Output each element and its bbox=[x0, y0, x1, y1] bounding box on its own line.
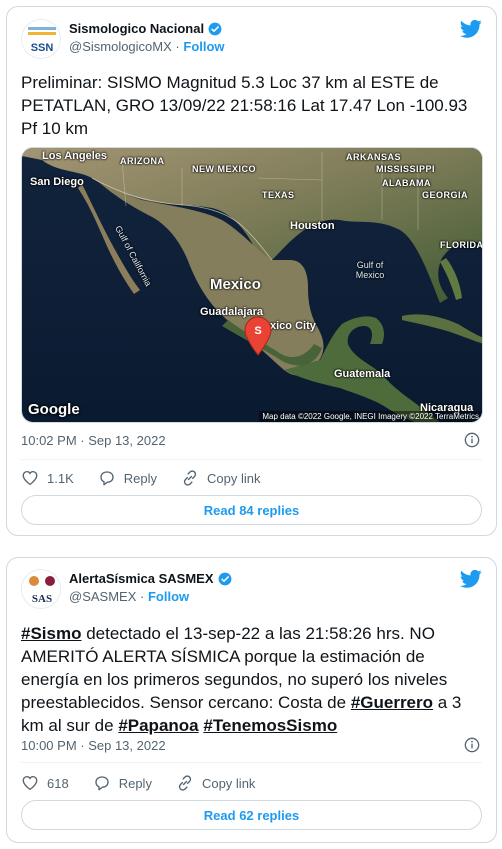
map-label-alabama: ALABAMA bbox=[382, 178, 431, 188]
reply-icon bbox=[95, 776, 109, 791]
map-label-mexico-city: xico City bbox=[270, 320, 316, 332]
hashtag-sismo[interactable]: #Sismo bbox=[21, 624, 81, 643]
follow-button[interactable]: Follow bbox=[183, 39, 224, 54]
hashtag-papanoa[interactable]: #Papanoa bbox=[118, 716, 198, 735]
verified-badge-icon bbox=[218, 572, 231, 585]
like-button[interactable]: 1.1K bbox=[21, 469, 74, 487]
handle[interactable]: @SASMEX bbox=[69, 589, 136, 604]
like-count: 618 bbox=[47, 775, 69, 791]
map-label-gulf-of-mexico: Gulf of Mexico bbox=[355, 260, 385, 280]
avatar-ssn[interactable]: SSN bbox=[21, 19, 61, 59]
link-icon bbox=[183, 470, 197, 486]
divider bbox=[21, 762, 482, 763]
copy-link-label: Copy link bbox=[207, 470, 261, 486]
divider bbox=[21, 459, 482, 460]
pin-letter: S bbox=[254, 325, 261, 337]
earthquake-map[interactable]: Los Angeles ARIZONA NEW MEXICO ARKANSAS … bbox=[21, 147, 483, 423]
display-name[interactable]: AlertaSísmica SASMEX bbox=[69, 571, 214, 586]
copy-link-button[interactable]: Copy link bbox=[176, 774, 255, 792]
avatar-text: SAS bbox=[32, 593, 52, 605]
map-label-mississippi: MISSISSIPPI bbox=[376, 164, 436, 174]
like-button[interactable]: 618 bbox=[21, 774, 69, 792]
tweet-timestamp[interactable]: 10:00 PM · Sep 13, 2022 bbox=[21, 738, 166, 753]
action-bar: 1.1K Reply Copy link bbox=[21, 468, 482, 488]
reply-button[interactable]: Reply bbox=[93, 774, 152, 792]
map-label-georgia: GEORGIA bbox=[422, 190, 469, 200]
action-bar: 618 Reply Copy link bbox=[21, 773, 482, 793]
tweet-text: Preliminar: SISMO Magnitud 5.3 Loc 37 km… bbox=[21, 73, 468, 138]
copy-link-label: Copy link bbox=[201, 775, 256, 791]
map-attribution[interactable]: Map data ©2022 Google, INEGI Imagery ©20… bbox=[259, 411, 482, 422]
map-label-texas: TEXAS bbox=[262, 190, 295, 200]
follow-button[interactable]: Follow bbox=[148, 589, 189, 604]
google-logo: Google bbox=[28, 401, 80, 418]
separator-dot: · bbox=[175, 39, 180, 54]
separator-dot: · bbox=[140, 589, 145, 604]
reply-label: Reply bbox=[123, 470, 157, 486]
verified-badge-icon bbox=[208, 22, 222, 35]
map-label-guatemala: Guatemala bbox=[334, 368, 391, 380]
map-label-mexico: Mexico bbox=[210, 276, 261, 293]
handle[interactable]: @SismologicoMX bbox=[69, 39, 172, 54]
map-label-los-angeles: Los Angeles bbox=[42, 150, 107, 162]
tweet-header: SAS AlertaSísmica SASMEX @SASMEX · Follo… bbox=[21, 569, 482, 609]
link-icon bbox=[178, 775, 192, 791]
map-label-arkansas: ARKANSAS bbox=[346, 152, 402, 162]
heart-icon bbox=[22, 775, 38, 791]
map-label-florida: FLORIDA bbox=[440, 240, 483, 250]
tweet-timestamp[interactable]: 10:02 PM · Sep 13, 2022 bbox=[21, 433, 166, 448]
reply-icon bbox=[100, 471, 114, 486]
map-label-arizona: ARIZONA bbox=[120, 156, 165, 166]
hashtag-guerrero[interactable]: #Guerrero bbox=[351, 693, 433, 712]
read-replies-button[interactable]: Read 84 replies bbox=[21, 495, 482, 525]
read-replies-button[interactable]: Read 62 replies bbox=[21, 800, 482, 830]
map-label-houston: Houston bbox=[290, 220, 335, 232]
avatar-sasmex[interactable]: SAS bbox=[21, 569, 61, 609]
tweet-card-sismologico[interactable]: SSN Sismologico Nacional @SismologicoMX … bbox=[6, 6, 497, 536]
reply-button[interactable]: Reply bbox=[98, 469, 157, 487]
tweet-card-sasmex[interactable]: SAS AlertaSísmica SASMEX @SASMEX · Follo… bbox=[6, 557, 497, 843]
twitter-bird-icon[interactable] bbox=[460, 19, 482, 39]
like-count: 1.1K bbox=[47, 470, 74, 486]
info-icon[interactable] bbox=[464, 737, 480, 753]
reply-label: Reply bbox=[118, 775, 152, 791]
avatar-text: SSN bbox=[31, 42, 54, 54]
twitter-bird-icon[interactable] bbox=[460, 569, 482, 589]
tweet-text: #Sismo detectado el 13-sep-22 a las 21:5… bbox=[21, 622, 482, 737]
tweet-header: SSN Sismologico Nacional @SismologicoMX … bbox=[21, 19, 482, 59]
epicenter-pin-icon[interactable]: S bbox=[244, 316, 272, 356]
heart-icon bbox=[22, 470, 38, 486]
copy-link-button[interactable]: Copy link bbox=[181, 469, 260, 487]
hashtag-tenemossismo[interactable]: #TenemosSismo bbox=[203, 716, 337, 735]
map-label-new-mexico: NEW MEXICO bbox=[192, 164, 257, 174]
info-icon[interactable] bbox=[464, 432, 480, 448]
map-label-san-diego: San Diego bbox=[30, 176, 84, 188]
display-name[interactable]: Sismologico Nacional bbox=[69, 21, 204, 36]
